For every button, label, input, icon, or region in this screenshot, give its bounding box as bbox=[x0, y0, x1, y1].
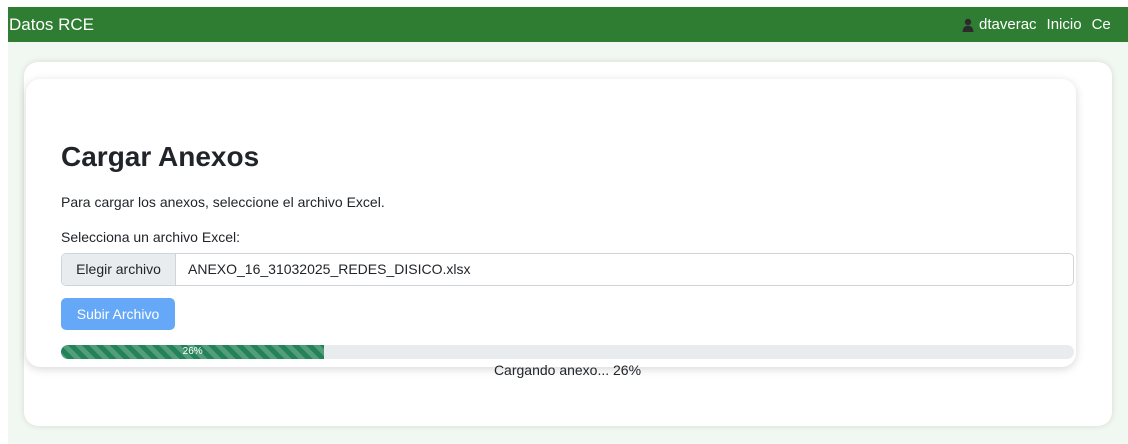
upload-file-button[interactable]: Subir Archivo bbox=[61, 298, 175, 330]
upload-status-text: Cargando anexo... 26% bbox=[493, 362, 642, 378]
selected-file-name: ANEXO_16_31032025_REDES_DISICO.xlsx bbox=[188, 261, 471, 277]
user-icon bbox=[962, 18, 974, 32]
upload-card bbox=[26, 79, 1076, 367]
excel-file-input[interactable]: Elegir archivo ANEXO_16_31032025_REDES_D… bbox=[61, 253, 1074, 286]
left-margin-strip bbox=[0, 0, 8, 444]
file-input-label: Selecciona un archivo Excel: bbox=[61, 229, 240, 245]
nav-link-cerrar[interactable]: Ce bbox=[1092, 15, 1111, 35]
choose-file-button[interactable]: Elegir archivo bbox=[62, 254, 176, 285]
nav-link-inicio[interactable]: Inicio bbox=[1047, 15, 1082, 35]
navbar-user-menu: dtaverac Inicio Ce bbox=[962, 15, 1121, 35]
app-brand[interactable]: Datos RCE bbox=[9, 15, 94, 35]
page-title: Cargar Anexos bbox=[61, 141, 260, 172]
upload-progress-fill: 26% bbox=[61, 345, 325, 359]
upload-progress-track: 26% bbox=[61, 345, 1074, 359]
top-navbar: Datos RCE dtaverac Inicio Ce bbox=[8, 7, 1128, 42]
username-link[interactable]: dtaverac bbox=[979, 15, 1037, 35]
upload-instructions: Para cargar los anexos, seleccione el ar… bbox=[61, 194, 385, 210]
